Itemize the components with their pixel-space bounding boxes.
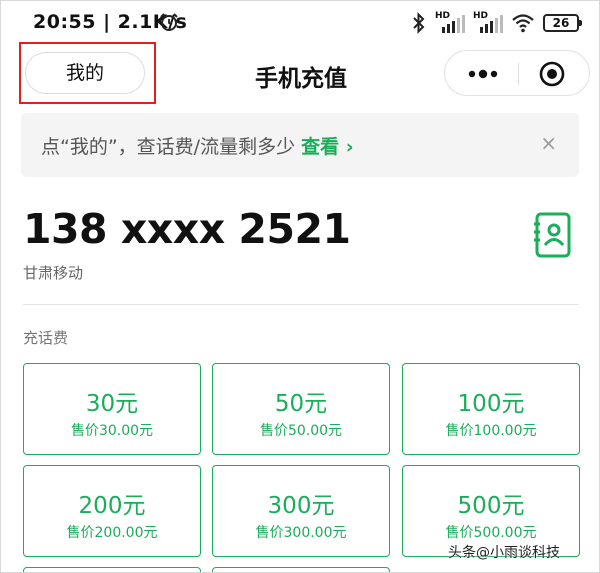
recharge-option[interactable]: 200元 售价200.00元 [23,465,201,557]
recharge-option[interactable]: 50元 售价50.00元 [212,363,390,455]
option-amount: 100元 [457,391,525,417]
contacts-book-icon[interactable] [533,212,573,258]
bluetooth-icon [413,12,425,34]
cell-signal-2-icon: HD [473,11,503,34]
notice-text: 点“我的”，查话费/流量剩多少 [41,136,296,158]
status-bar: 20:55 | 2.1K/s HD HD 26 [1,1,599,45]
recharge-option[interactable]: 100元 售价100.00元 [402,363,580,455]
option-amount: 30元 [85,391,139,417]
option-price: 售价100.00元 [445,423,537,439]
option-amount: 500元 [457,493,525,519]
capsule-divider [518,63,519,85]
divider-line [23,304,579,305]
notice-view-link[interactable]: 查看 › [301,136,353,158]
app-screen: 20:55 | 2.1K/s HD HD 26 我的 手机充值 点“我的”，查话… [0,0,600,573]
section-label: 充话费 [23,329,69,347]
battery-icon: 26 [543,14,582,32]
alarm-clock-icon [160,13,178,31]
cell-signal-1-icon: HD [435,11,465,34]
status-icons: HD HD 26 [411,11,582,35]
more-dots-icon[interactable] [463,64,503,84]
option-amount: 50元 [274,391,328,417]
option-amount: 300元 [267,493,335,519]
option-price: 售价500.00元 [445,525,537,541]
chevron-right-icon: › [339,136,354,158]
recharge-option[interactable]: 30元 售价30.00元 [23,363,201,455]
option-amount: 200元 [78,493,146,519]
close-miniprogram-icon[interactable] [538,60,566,88]
miniprogram-capsule [444,50,590,96]
option-price: 售价200.00元 [66,525,158,541]
option-price: 售价300.00元 [255,525,347,541]
recharge-option-partial[interactable] [23,567,201,572]
option-price: 售价30.00元 [70,423,154,439]
recharge-option[interactable]: 300元 售价300.00元 [212,465,390,557]
close-icon[interactable]: × [540,131,557,155]
nav-bar: 我的 手机充值 [1,42,599,105]
phone-number[interactable]: 138 xxxx 2521 [23,205,351,253]
option-price: 售价50.00元 [259,423,343,439]
notice-banner: 点“我的”，查话费/流量剩多少 查看 › × [21,113,579,177]
recharge-option-partial[interactable] [212,567,390,572]
watermark: 头条@小雨谈科技 [448,545,560,561]
carrier-label: 甘肃移动 [23,264,84,282]
wifi-icon [512,14,534,33]
notice-text-row: 点“我的”，查话费/流量剩多少 查看 › [41,132,354,159]
